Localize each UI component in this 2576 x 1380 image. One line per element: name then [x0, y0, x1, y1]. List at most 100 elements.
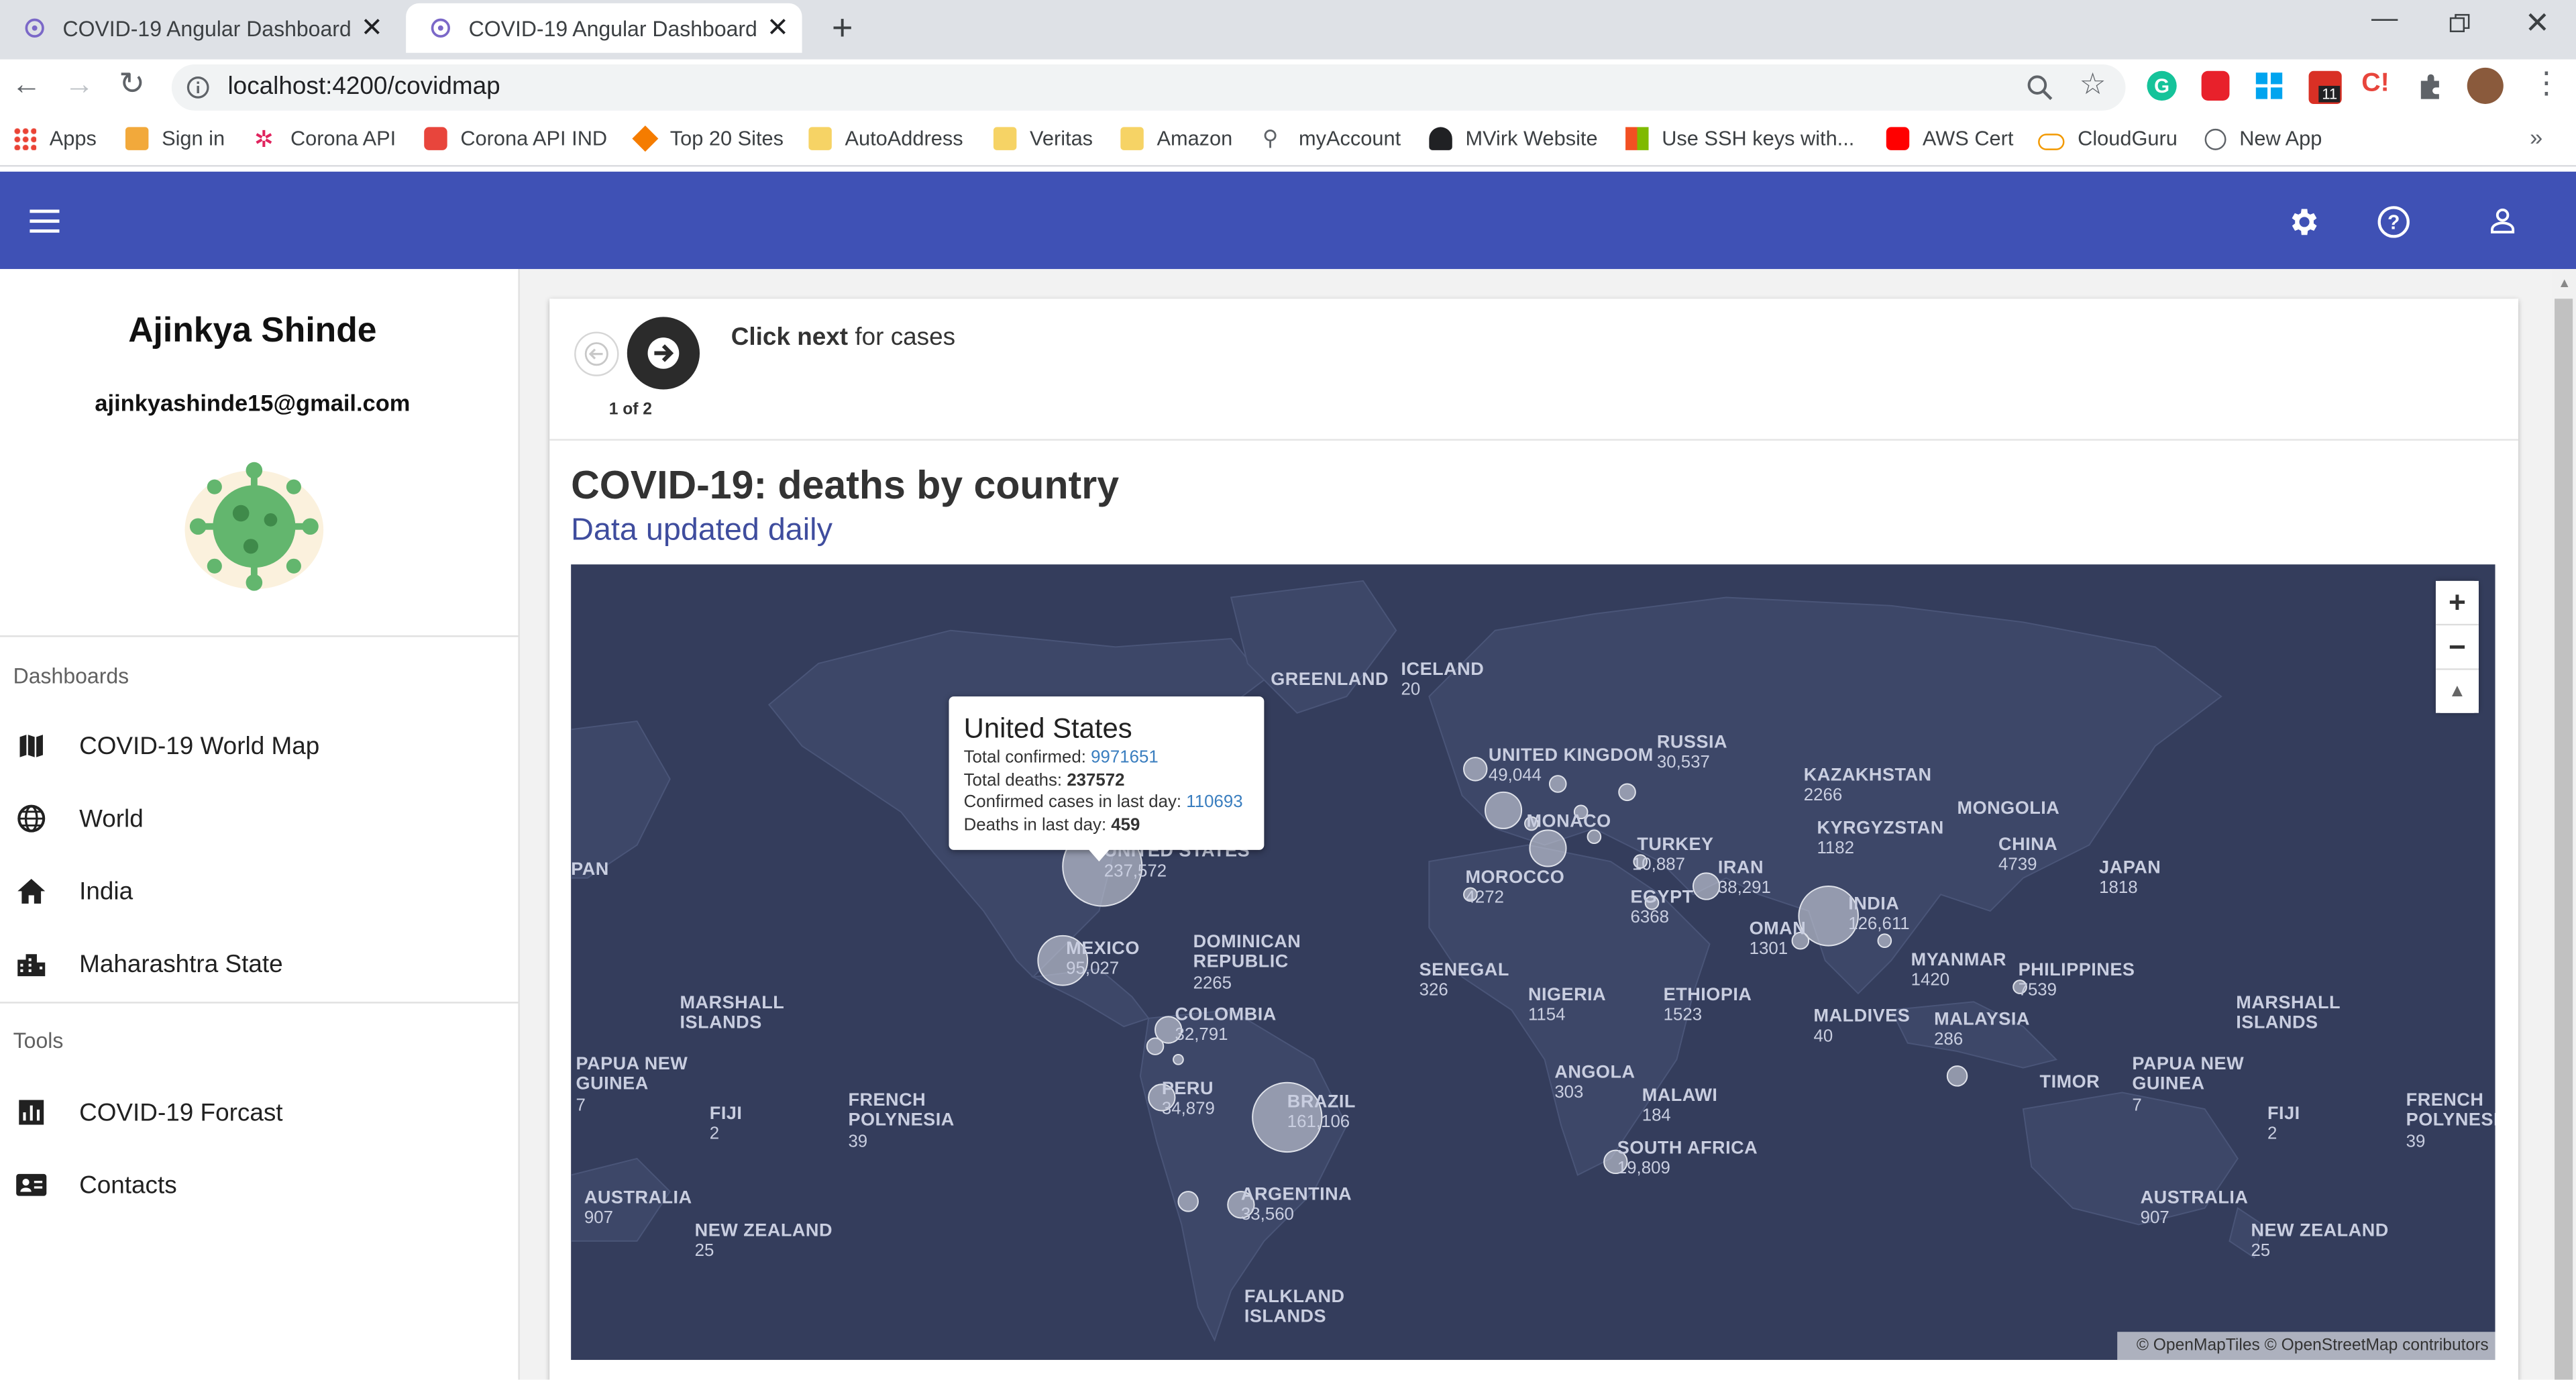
adblock-icon[interactable]: [2201, 70, 2230, 101]
zoom-out-button[interactable]: −: [2435, 625, 2479, 670]
map-value: 25: [2251, 1240, 2271, 1261]
bookmark-item[interactable]: AutoAddress: [808, 127, 963, 150]
bookmark-item[interactable]: Veritas: [993, 127, 1093, 150]
browser-tab-active[interactable]: COVID-19 Angular Dashboard ✕: [406, 3, 802, 53]
bookmark-item[interactable]: Use SSH keys with...: [1625, 127, 1854, 150]
country-tooltip: United States Total confirmed: 9971651 T…: [949, 696, 1265, 862]
address-bar[interactable]: localhost:4200/covidmap ☆: [171, 64, 2126, 111]
stepper-instruction: Click next for cases: [731, 323, 955, 352]
map-label: ICELAND: [1401, 660, 1485, 680]
bookmark-item[interactable]: Apps: [13, 127, 97, 150]
calendar-extension-icon[interactable]: 11: [2308, 70, 2342, 104]
reload-icon[interactable]: ↻: [119, 66, 145, 104]
zoom-in-button[interactable]: +: [2435, 580, 2479, 626]
map-label: COLOMBIA: [1175, 1005, 1277, 1025]
bookmarks-bar: Apps Sign in ✲ Corona API Corona API IND …: [0, 115, 2576, 167]
stepper-rest: for cases: [848, 323, 956, 352]
scrollbar[interactable]: ▲: [2551, 268, 2576, 1380]
bookmark-item[interactable]: New App: [2204, 127, 2322, 150]
nav-item-maharashtra[interactable]: Maharashtra State: [0, 928, 518, 1000]
map-value: 2266: [1803, 785, 1843, 806]
map-label: INDIA: [1848, 894, 1900, 914]
calendar-badge: 11: [2318, 85, 2341, 103]
map-value: 2265: [1193, 973, 1232, 994]
browser-tab-bar: COVID-19 Angular Dashboard ✕ COVID-19 An…: [0, 0, 2576, 60]
profile-avatar[interactable]: [2467, 67, 2504, 104]
map-label: TIMOR: [2039, 1073, 2100, 1093]
bookmark-item[interactable]: ⚲ myAccount: [1262, 125, 1401, 150]
person-icon: ⚲: [1262, 125, 1279, 150]
bookmark-item[interactable]: Amazon: [1120, 127, 1232, 150]
close-tab-icon[interactable]: ✕: [767, 11, 789, 44]
bookmark-item[interactable]: CloudGuru: [2038, 127, 2178, 150]
restore-icon[interactable]: [2449, 13, 2471, 35]
browser-tab[interactable]: COVID-19 Angular Dashboard ✕: [0, 3, 396, 53]
nav-item-world[interactable]: World: [0, 782, 518, 855]
map-icon: [18, 732, 45, 760]
chart-title: COVID-19: deaths by country: [571, 464, 1120, 509]
map-label: ANGOLA: [1554, 1063, 1635, 1083]
account-icon[interactable]: [2487, 205, 2518, 236]
map-value: 2: [709, 1124, 720, 1144]
close-window-icon[interactable]: ✕: [2525, 7, 2550, 42]
map-value: 39: [2406, 1132, 2426, 1153]
minimize-icon[interactable]: —: [2371, 5, 2398, 34]
map-value: 907: [2140, 1208, 2169, 1228]
compass-reset-button[interactable]: ▲: [2435, 670, 2479, 713]
stepper-bold: Click next: [731, 323, 849, 352]
prev-button[interactable]: [574, 331, 619, 376]
more-bookmarks-icon[interactable]: »: [2530, 124, 2542, 150]
bookmark-item[interactable]: ✲ Corona API: [254, 127, 396, 150]
new-tab-icon[interactable]: +: [832, 7, 853, 50]
map-value: 39: [848, 1132, 868, 1153]
virus-icon: ✲: [254, 125, 274, 152]
info-icon[interactable]: [186, 76, 209, 99]
c-extension-icon[interactable]: C!: [2361, 69, 2390, 99]
map-value: 161,106: [1287, 1112, 1350, 1132]
map-attribution[interactable]: © OpenMapTiles © OpenStreetMap contribut…: [2117, 1332, 2496, 1361]
nav-item-label: COVID-19 World Map: [79, 732, 320, 760]
nav-item-world-map[interactable]: COVID-19 World Map: [0, 710, 518, 782]
grammarly-icon[interactable]: G: [2147, 70, 2177, 101]
windows-icon[interactable]: [2255, 72, 2283, 99]
bookmark-item[interactable]: Sign in: [125, 127, 225, 150]
world-map[interactable]: GREENLAND ICELAND 20 UNITED KINGDOM 49,0…: [571, 564, 2496, 1361]
tooltip-lastday-value: 110693: [1186, 792, 1243, 812]
help-icon[interactable]: ?: [2376, 205, 2411, 240]
map-value: 1420: [1911, 970, 1950, 990]
map-label: PAPUA NEW GUINEA: [576, 1054, 688, 1094]
scrollbar-thumb[interactable]: [2555, 299, 2573, 1380]
bookmark-star-icon[interactable]: ☆: [2080, 68, 2106, 103]
next-button[interactable]: [627, 317, 700, 390]
extensions-puzzle-icon[interactable]: [2416, 71, 2445, 101]
app-toolbar: ?: [0, 171, 2576, 269]
map-label: DOMINICAN REPUBLIC: [1193, 932, 1301, 972]
menu-icon[interactable]: [30, 209, 60, 233]
search-icon[interactable]: [2027, 74, 2053, 101]
map-value: 6368: [1630, 908, 1669, 928]
bookmark-item[interactable]: Top 20 Sites: [632, 125, 784, 152]
nav-item-label: Contacts: [79, 1171, 177, 1200]
chart-icon: [19, 1100, 44, 1125]
tooltip-confirmed-value: 9971651: [1091, 747, 1159, 767]
chart-subtitle: Data updated daily: [571, 513, 833, 548]
back-icon[interactable]: ←: [11, 68, 41, 103]
nav-item-contacts[interactable]: Contacts: [0, 1149, 518, 1221]
map-label: GREENLAND: [1271, 670, 1389, 690]
settings-gear-icon[interactable]: [2286, 205, 2320, 240]
scroll-up-icon[interactable]: ▲: [2558, 276, 2571, 290]
nav-item-forecast[interactable]: COVID-19 Forcast: [0, 1076, 518, 1149]
arrow-left-icon: [584, 342, 608, 366]
virus-logo-icon: [184, 462, 324, 591]
bookmark-item[interactable]: AWS Cert: [1886, 127, 2013, 150]
map-zoom-controls: + − ▲: [2435, 580, 2479, 713]
map-value: 19,809: [1617, 1158, 1670, 1179]
nav-item-india[interactable]: India: [0, 855, 518, 927]
bookmark-item[interactable]: Corona API IND: [424, 127, 607, 150]
forward-icon[interactable]: →: [64, 68, 94, 103]
map-label: NEW ZEALAND: [694, 1221, 833, 1241]
chrome-menu-icon[interactable]: ⋮: [2532, 66, 2561, 101]
bookmark-item[interactable]: MVirk Website: [1429, 127, 1598, 150]
apps-grid-icon: [13, 127, 37, 150]
close-tab-icon[interactable]: ✕: [361, 11, 383, 44]
